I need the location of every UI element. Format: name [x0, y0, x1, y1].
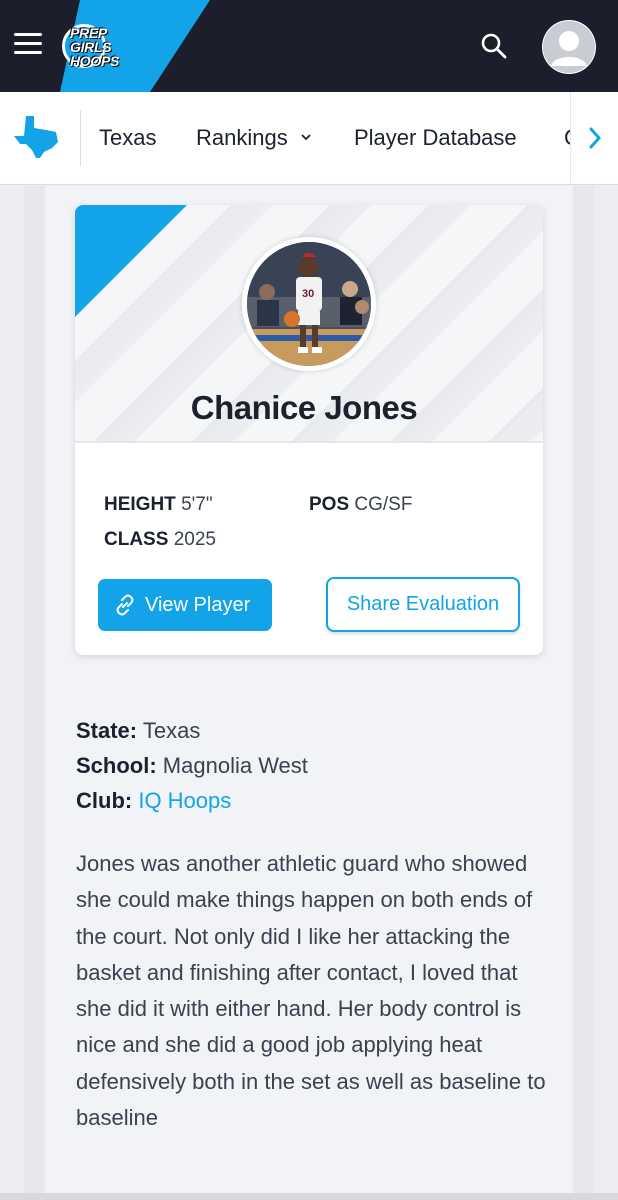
- nav-item-player-database[interactable]: Player Database: [354, 125, 517, 151]
- stat-height-value: 5'7": [181, 494, 213, 515]
- detail-state: State: Texas: [76, 718, 200, 744]
- view-player-label: View Player: [145, 594, 251, 616]
- nav-item-rankings[interactable]: Rankings: [196, 125, 312, 151]
- detail-school-label: School:: [76, 753, 157, 778]
- link-icon: [116, 594, 134, 616]
- nav-item-texas[interactable]: Texas: [99, 125, 156, 151]
- search-icon[interactable]: [480, 32, 508, 60]
- nav-item-rankings-label: Rankings: [196, 125, 288, 150]
- nav-scroll-right-button[interactable]: [570, 92, 618, 184]
- share-evaluation-button[interactable]: Share Evaluation: [326, 577, 520, 632]
- hamburger-icon[interactable]: [14, 33, 42, 57]
- state-nav: Texas Rankings Player Database C: [0, 92, 618, 185]
- player-card-header: 30 Chanice Jones: [75, 205, 543, 443]
- stat-class-value: 2025: [173, 529, 216, 550]
- stat-class: CLASS 2025: [104, 529, 216, 551]
- chevron-down-icon: [301, 134, 311, 141]
- texas-map-icon[interactable]: [12, 114, 60, 165]
- evaluation-text: Jones was another athletic guard who sho…: [76, 851, 546, 1131]
- club-link[interactable]: IQ Hoops: [138, 788, 231, 813]
- site-logo[interactable]: PREP GIRLS HOOPS: [62, 22, 152, 72]
- stat-height: HEIGHT 5'7": [104, 494, 213, 516]
- detail-state-value: Texas: [142, 718, 201, 743]
- detail-club: Club: IQ Hoops: [76, 788, 231, 814]
- player-photo[interactable]: 30: [242, 237, 376, 371]
- nav-divider: [80, 110, 81, 166]
- stat-pos-label: POS: [309, 494, 350, 515]
- view-player-button[interactable]: View Player: [98, 579, 272, 631]
- top-bar: PREP GIRLS HOOPS: [0, 0, 618, 92]
- page-gutter-right: [573, 186, 594, 1200]
- detail-club-label: Club:: [76, 788, 133, 813]
- jersey-number: 30: [302, 288, 314, 300]
- detail-school-value: Magnolia West: [162, 753, 308, 778]
- bottom-edge: [0, 1193, 618, 1200]
- logo-text: PREP GIRLS HOOPS: [70, 25, 120, 69]
- detail-school: School: Magnolia West: [76, 753, 308, 779]
- stat-pos-value: CG/SF: [354, 494, 413, 515]
- player-card: 30 Chanice Jones HEIGHT 5'7" POS CG/SF C…: [75, 205, 543, 655]
- stat-position: POS CG/SF: [309, 494, 412, 516]
- player-name: Chanice Jones: [190, 389, 418, 426]
- stat-height-label: HEIGHT: [104, 494, 176, 515]
- page-gutter-left: [24, 186, 45, 1200]
- stat-class-label: CLASS: [104, 529, 169, 550]
- chevron-right-icon: [589, 127, 602, 149]
- detail-state-label: State:: [76, 718, 138, 743]
- user-avatar-icon[interactable]: [542, 20, 596, 74]
